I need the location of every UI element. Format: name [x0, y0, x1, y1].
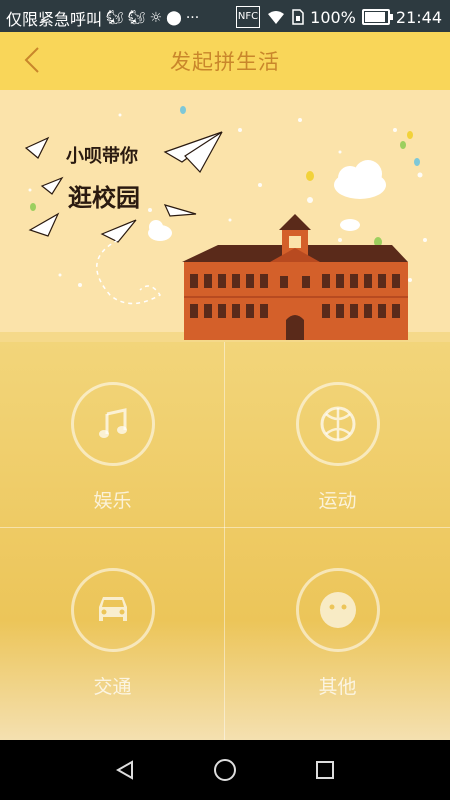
- basketball-icon: [320, 406, 355, 442]
- more-icon: ···: [185, 10, 200, 26]
- category-transport[interactable]: 交通: [0, 528, 225, 713]
- page-title: 发起拼生活: [170, 50, 280, 74]
- category-label: 娱乐: [93, 490, 132, 512]
- navigation-bar: [0, 740, 450, 800]
- category-sports[interactable]: 运动: [225, 342, 450, 527]
- home-circle-icon: [214, 759, 236, 781]
- category-label: 其他: [318, 676, 357, 698]
- carrier-text: 仅限紧急呼叫: [6, 10, 103, 29]
- category-label: 运动: [318, 490, 357, 512]
- location-icon: ⬤: [166, 10, 182, 26]
- sim-icon: [292, 9, 304, 25]
- squirrel-icon: 🐿: [127, 10, 146, 26]
- car-icon: [98, 597, 127, 621]
- battery-percent: 100%: [310, 7, 356, 27]
- nav-recents-button[interactable]: [307, 752, 343, 788]
- smiley-face-icon: [319, 592, 356, 628]
- banner-line2: 逛校园: [68, 183, 140, 212]
- category-label: 交通: [93, 676, 132, 698]
- recents-square-icon: [316, 761, 334, 779]
- clock: 21:44: [395, 7, 442, 27]
- brightness-icon: ☼: [149, 10, 163, 26]
- back-button[interactable]: [14, 42, 50, 78]
- app-header: 发起拼生活: [0, 32, 450, 90]
- nav-back-button[interactable]: [107, 752, 143, 788]
- category-icon-circle: [70, 382, 155, 466]
- category-entertainment[interactable]: 娱乐: [0, 342, 225, 527]
- status-bar: 仅限紧急呼叫 🐿 🐿 ☼ ⬤ ··· NFC 100% 21:44: [0, 0, 450, 32]
- battery-icon: [361, 9, 393, 25]
- back-chevron-icon: [24, 47, 39, 73]
- banner-line1: 小呗带你: [66, 146, 138, 167]
- nfc-icon: NFC: [235, 6, 261, 28]
- squirrel-icon: 🐿: [106, 10, 124, 26]
- wifi-icon: [268, 11, 285, 24]
- campus-banner: 小呗带你 逛校园: [0, 90, 450, 342]
- category-other[interactable]: 其他: [225, 528, 450, 713]
- category-icon-circle: [295, 568, 380, 652]
- category-icon-circle: [70, 568, 155, 652]
- category-icon-circle: [295, 382, 380, 466]
- category-grid: 娱乐 运动 交通 其他: [0, 342, 450, 740]
- back-triangle-icon: [115, 760, 133, 780]
- banner-illustration: [0, 106, 450, 342]
- nav-home-button[interactable]: [207, 752, 243, 788]
- banner-title: 小呗带你 逛校园: [66, 142, 140, 213]
- music-note-icon: [98, 408, 127, 438]
